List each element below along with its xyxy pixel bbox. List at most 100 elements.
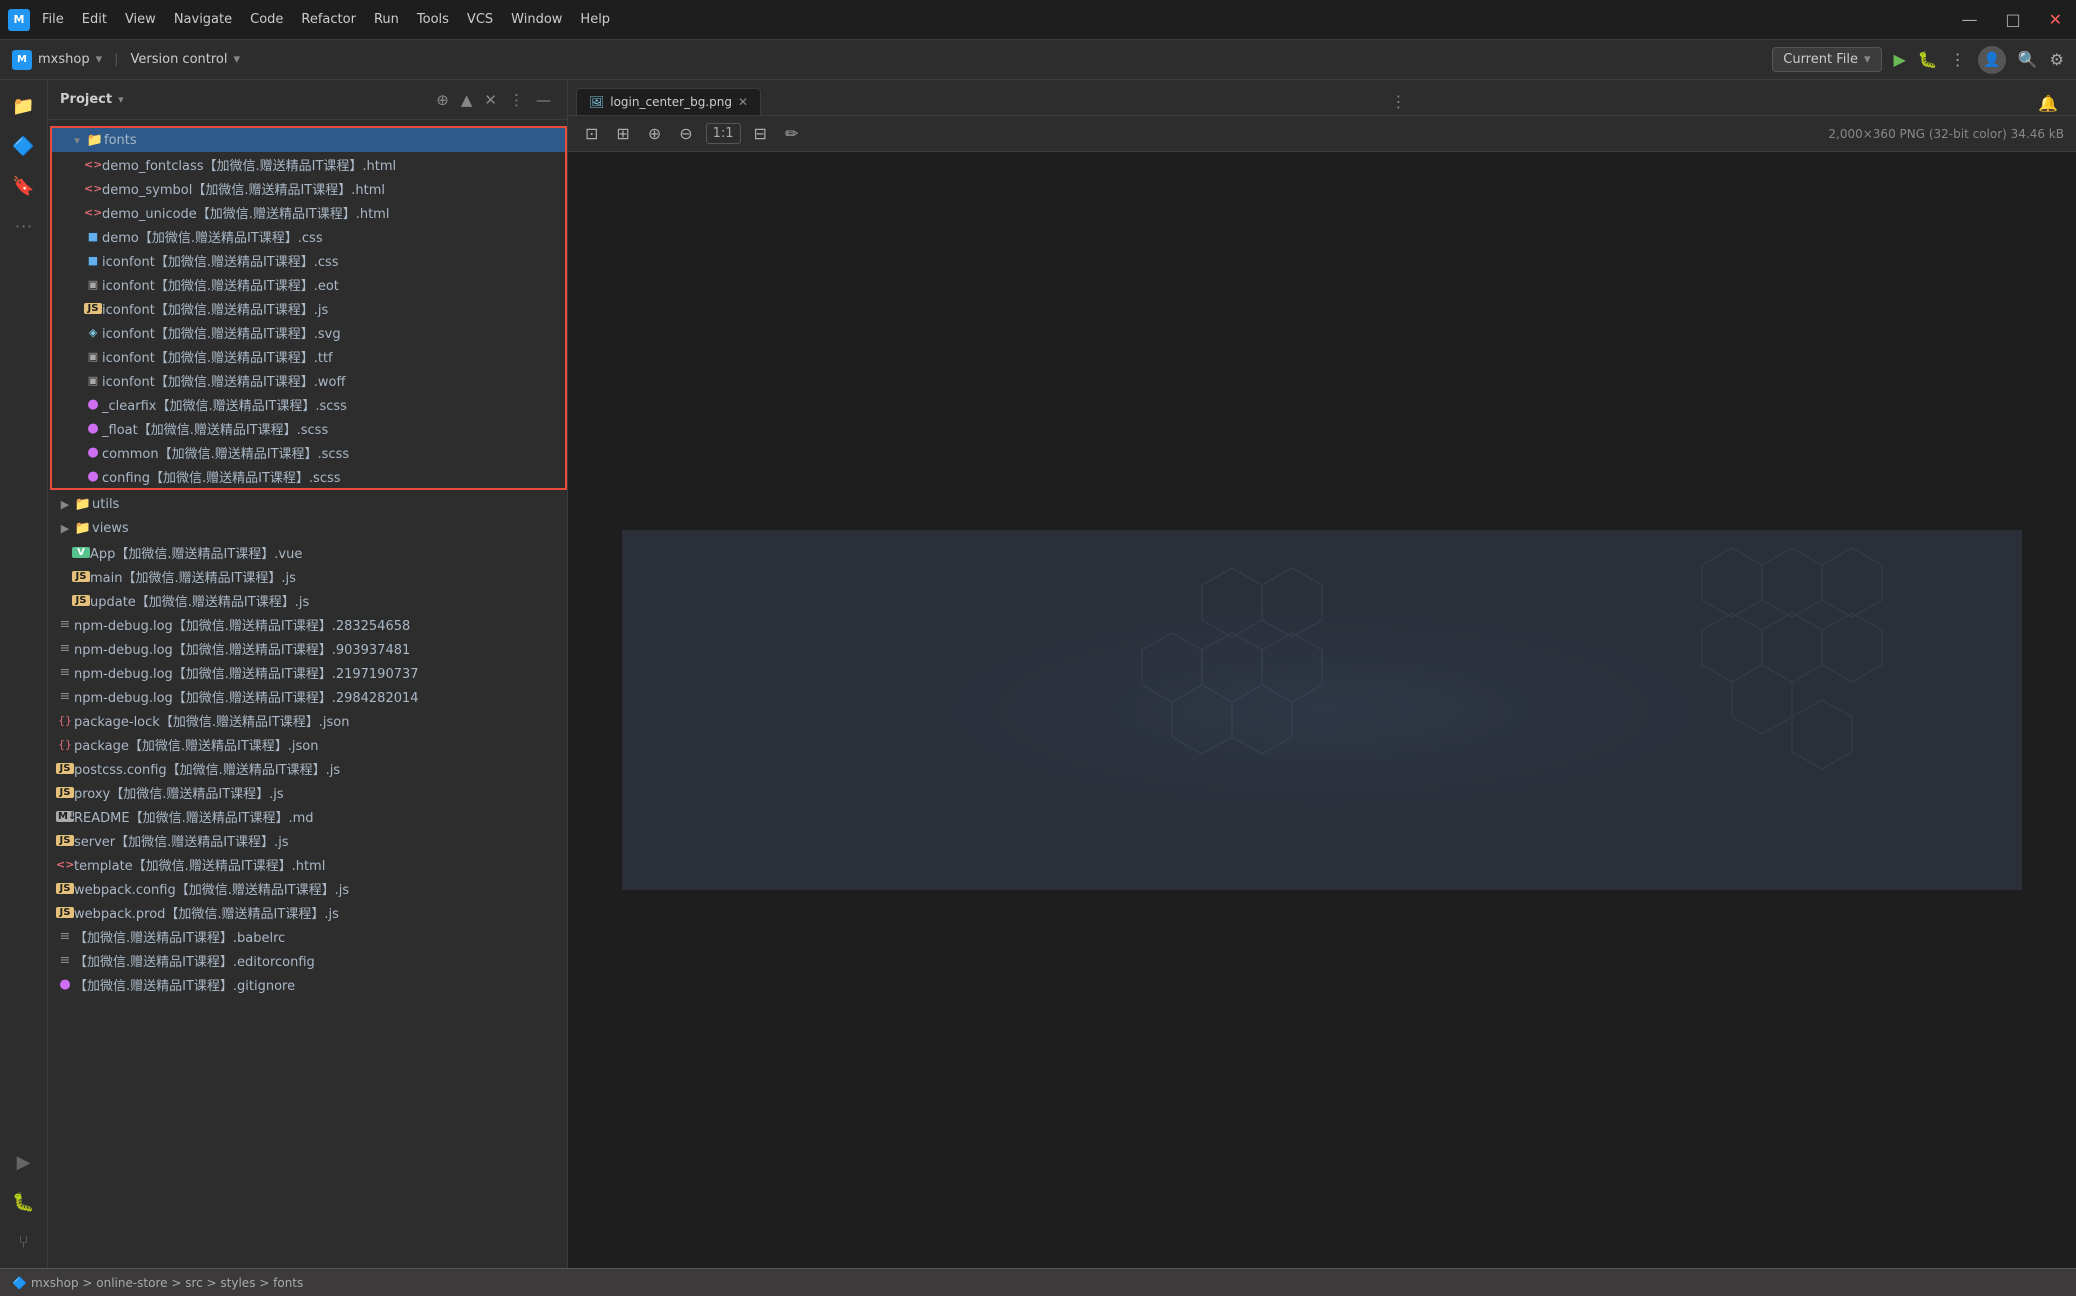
list-item[interactable]: ▣ iconfont【加微信.赠送精品IT课程】.woff — [52, 368, 565, 392]
list-item[interactable]: ≡ npm-debug.log【加微信.赠送精品IT课程】.2984282014 — [48, 684, 567, 708]
menu-tools[interactable]: Tools — [409, 8, 457, 31]
list-item[interactable]: ◈ iconfont【加微信.赠送精品IT课程】.svg — [52, 320, 565, 344]
color-picker-btn[interactable]: ✏ — [780, 121, 803, 146]
image-preview — [622, 530, 2022, 890]
sidebar-expand-btn[interactable]: ⊕ — [432, 89, 453, 111]
list-item[interactable]: <> template【加微信.赠送精品IT课程】.html — [48, 852, 567, 876]
menu-navigate[interactable]: Navigate — [166, 8, 240, 31]
status-workspace-label: mxshop > online-store > src > styles > f… — [31, 1276, 303, 1290]
list-item[interactable]: ≡ npm-debug.log【加微信.赠送精品IT课程】.903937481 — [48, 636, 567, 660]
json-file-icon: {} — [56, 714, 74, 727]
zoom-out-btn[interactable]: ⊖ — [674, 121, 697, 146]
fit-page-btn[interactable]: ⊡ — [580, 121, 603, 146]
scss-file-icon: ● — [84, 421, 102, 436]
sidebar-close-btn[interactable]: ✕ — [480, 89, 501, 111]
vcs-button[interactable]: Version control ▾ — [131, 52, 241, 67]
actual-size-btn[interactable]: ⊞ — [611, 121, 634, 146]
activity-project-btn[interactable]: 📁 — [6, 88, 42, 124]
activity-debug-btn[interactable]: 🐛 — [6, 1184, 42, 1220]
zoom-fit-btn[interactable]: ⊟ — [749, 121, 772, 146]
list-item[interactable]: {} package-lock【加微信.赠送精品IT课程】.json — [48, 708, 567, 732]
list-item[interactable]: ● _float【加微信.赠送精品IT课程】.scss — [52, 416, 565, 440]
list-item[interactable]: ▣ iconfont【加微信.赠送精品IT课程】.eot — [52, 272, 565, 296]
menu-file[interactable]: File — [34, 8, 72, 31]
win-maximize-btn[interactable]: □ — [1999, 8, 2026, 31]
workspace-logo: M — [12, 50, 32, 70]
list-item[interactable]: ≡ npm-debug.log【加微信.赠送精品IT课程】.283254658 — [48, 612, 567, 636]
title-bar-right: — □ ✕ — [1955, 8, 2068, 31]
sidebar-collapse-btn[interactable]: ▲ — [457, 89, 477, 111]
tree-item-label: 【加微信.赠送精品IT课程】.gitignore — [74, 975, 559, 994]
list-item[interactable]: JS iconfont【加微信.赠送精品IT课程】.js — [52, 296, 565, 320]
list-item[interactable]: {} package【加微信.赠送精品IT课程】.json — [48, 732, 567, 756]
editor-area: 🖼 login_center_bg.png ✕ ⋮ 🔔 ⊡ ⊞ ⊕ ⊖ 1:1 … — [568, 80, 2076, 1268]
list-item[interactable]: <> demo_unicode【加微信.赠送精品IT课程】.html — [52, 200, 565, 224]
user-avatar[interactable]: 👤 — [1978, 46, 2006, 74]
win-minimize-btn[interactable]: — — [1955, 8, 1983, 31]
workspace-switcher[interactable]: M mxshop ▾ — [12, 50, 102, 70]
list-item[interactable]: ≡ npm-debug.log【加微信.赠送精品IT课程】.2197190737 — [48, 660, 567, 684]
settings-btn[interactable]: ⚙ — [2050, 50, 2064, 69]
list-item[interactable]: ≡ 【加微信.赠送精品IT课程】.babelrc — [48, 924, 567, 948]
menu-vcs[interactable]: VCS — [459, 8, 501, 31]
activity-more-btn[interactable]: ⋯ — [6, 208, 42, 244]
tree-item-label: 【加微信.赠送精品IT课程】.babelrc — [74, 927, 559, 946]
notifications-btn[interactable]: 🔔 — [2036, 91, 2060, 115]
list-item[interactable]: JS postcss.config【加微信.赠送精品IT课程】.js — [48, 756, 567, 780]
list-item[interactable]: <> demo_symbol【加微信.赠送精品IT课程】.html — [52, 176, 565, 200]
image-info: 2,000×360 PNG (32-bit color) 34.46 kB — [1828, 127, 2064, 141]
sidebar-hide-btn[interactable]: — — [532, 89, 555, 111]
list-item[interactable]: ■ demo【加微信.赠送精品IT课程】.css — [52, 224, 565, 248]
run-button[interactable]: ▶ — [1894, 50, 1906, 69]
menu-code[interactable]: Code — [242, 8, 291, 31]
list-item[interactable]: JS update【加微信.赠送精品IT课程】.js — [48, 588, 567, 612]
activity-structure-btn[interactable]: 🔷 — [6, 128, 42, 164]
tab-more-btn[interactable]: ⋮ — [1391, 92, 1407, 111]
menu-help[interactable]: Help — [572, 8, 618, 31]
tree-item-fonts[interactable]: ▾ 📁 fonts — [52, 128, 565, 152]
menu-run[interactable]: Run — [366, 8, 407, 31]
debug-button[interactable]: 🐛 — [1918, 50, 1938, 69]
win-close-btn[interactable]: ✕ — [2043, 8, 2068, 31]
toolbar-right: Current File ▾ ▶ 🐛 ⋮ 👤 🔍 ⚙ — [1772, 46, 2064, 74]
list-item[interactable]: JS server【加微信.赠送精品IT课程】.js — [48, 828, 567, 852]
menu-refactor[interactable]: Refactor — [293, 8, 364, 31]
menu-window[interactable]: Window — [503, 8, 570, 31]
menu-view[interactable]: View — [117, 8, 164, 31]
svg-file-icon: ◈ — [84, 326, 102, 339]
tree-item-utils[interactable]: ▶ 📁 utils — [48, 492, 567, 516]
editor-tab-image[interactable]: 🖼 login_center_bg.png ✕ — [576, 88, 761, 115]
js-file-icon: JS — [72, 571, 90, 582]
list-item[interactable]: V App【加微信.赠送精品IT课程】.vue — [48, 540, 567, 564]
current-file-button[interactable]: Current File ▾ — [1772, 47, 1881, 72]
tree-item-views[interactable]: ▶ 📁 views — [48, 516, 567, 540]
vue-file-icon: V — [72, 547, 90, 558]
main-layout: 📁 🔷 🔖 ⋯ ▶ 🐛 ⑂ Project ▾ ⊕ ▲ ✕ ⋮ — — [0, 80, 2076, 1268]
zoom-in-btn[interactable]: ⊕ — [643, 121, 666, 146]
list-item[interactable]: ▣ iconfont【加微信.赠送精品IT课程】.ttf — [52, 344, 565, 368]
list-item[interactable]: JS webpack.prod【加微信.赠送精品IT课程】.js — [48, 900, 567, 924]
activity-bookmarks-btn[interactable]: 🔖 — [6, 168, 42, 204]
tree-item-label: 【加微信.赠送精品IT课程】.editorconfig — [74, 951, 559, 970]
list-item[interactable]: ■ iconfont【加微信.赠送精品IT课程】.css — [52, 248, 565, 272]
list-item[interactable]: ● _clearfix【加微信.赠送精品IT课程】.scss — [52, 392, 565, 416]
sidebar-more-btn[interactable]: ⋮ — [505, 89, 528, 111]
list-item[interactable]: JS main【加微信.赠送精品IT课程】.js — [48, 564, 567, 588]
generic-file-icon: ● — [56, 977, 74, 992]
activity-git-btn[interactable]: ⑂ — [6, 1224, 42, 1260]
tab-close-btn[interactable]: ✕ — [738, 95, 748, 109]
more-actions-button[interactable]: ⋮ — [1950, 50, 1966, 69]
list-item[interactable]: <> demo_fontclass【加微信.赠送精品IT课程】.html — [52, 152, 565, 176]
list-item[interactable]: ≡ 【加微信.赠送精品IT课程】.editorconfig — [48, 948, 567, 972]
search-everywhere-btn[interactable]: 🔍 — [2018, 50, 2038, 69]
menu-edit[interactable]: Edit — [74, 8, 115, 31]
list-item[interactable]: ● confing【加微信.赠送精品IT课程】.scss — [52, 464, 565, 488]
status-workspace[interactable]: 🔷 mxshop > online-store > src > styles >… — [12, 1276, 303, 1290]
main-toolbar: M mxshop ▾ | Version control ▾ Current F… — [0, 40, 2076, 80]
list-item[interactable]: ● 【加微信.赠送精品IT课程】.gitignore — [48, 972, 567, 996]
activity-run-btn[interactable]: ▶ — [6, 1144, 42, 1180]
list-item[interactable]: JS webpack.config【加微信.赠送精品IT课程】.js — [48, 876, 567, 900]
list-item[interactable]: ● common【加微信.赠送精品IT课程】.scss — [52, 440, 565, 464]
list-item[interactable]: M↓ README【加微信.赠送精品IT课程】.md — [48, 804, 567, 828]
list-item[interactable]: JS proxy【加微信.赠送精品IT课程】.js — [48, 780, 567, 804]
